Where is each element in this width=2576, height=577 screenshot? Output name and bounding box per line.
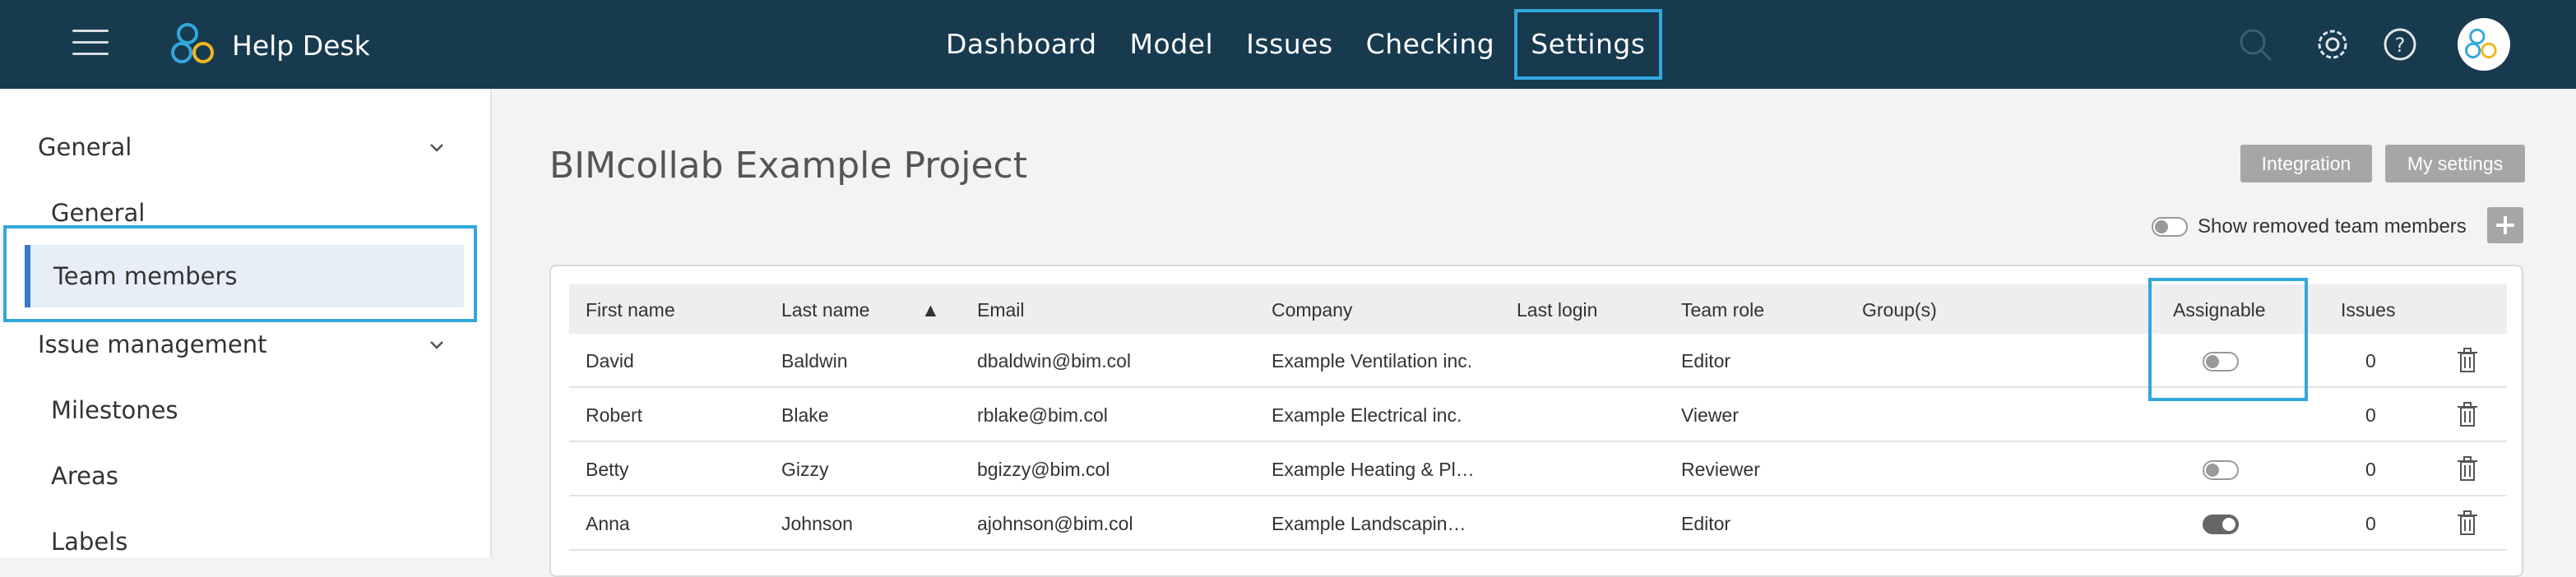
- table-row[interactable]: Betty Gizzy bgizzy@bim.col Example Heati…: [569, 442, 2507, 496]
- assignable-toggle[interactable]: [2203, 460, 2239, 480]
- team-members-table: First name Last name ▲ Email Company Las…: [549, 265, 2523, 577]
- assignable-toggle[interactable]: [2203, 515, 2239, 534]
- help-icon[interactable]: ?: [2375, 20, 2425, 69]
- cell-team-role: Reviewer: [1681, 459, 1760, 480]
- top-navbar: Help Desk Dashboard Model Issues Checkin…: [0, 0, 2576, 89]
- my-settings-button[interactable]: My settings: [2385, 145, 2525, 182]
- sidebar-item-label: Team members: [53, 262, 238, 290]
- col-company[interactable]: Company: [1272, 299, 1352, 321]
- settings-sidebar: General General Team members Issue manag…: [0, 89, 492, 557]
- col-assignable[interactable]: Assignable: [2173, 299, 2266, 321]
- sidebar-item-team-members[interactable]: Team members: [25, 245, 464, 307]
- svg-text:?: ?: [2395, 34, 2406, 57]
- cell-email: bgizzy@bim.col: [977, 459, 1110, 480]
- cell-last-name: Blake: [781, 404, 829, 426]
- cell-first-name: Anna: [586, 513, 630, 534]
- trash-icon[interactable]: [2456, 455, 2479, 482]
- cell-issues: 0: [2365, 459, 2376, 480]
- show-removed-toggle-row: Show removed team members: [2152, 215, 2467, 238]
- nav-settings[interactable]: Settings: [1514, 9, 1662, 80]
- table-header: First name Last name ▲ Email Company Las…: [569, 284, 2507, 334]
- nav-issues[interactable]: Issues: [1230, 9, 1350, 80]
- show-removed-toggle[interactable]: [2152, 217, 2188, 237]
- show-removed-label: Show removed team members: [2198, 215, 2467, 238]
- cell-company: Example Electrical inc.: [1272, 404, 1462, 426]
- cell-email: rblake@bim.col: [977, 404, 1108, 426]
- search-icon[interactable]: [2231, 20, 2280, 69]
- plus-icon: [2496, 216, 2514, 234]
- cell-issues: 0: [2365, 513, 2376, 534]
- cell-last-name: Gizzy: [781, 459, 829, 480]
- chevron-down-icon[interactable]: [428, 138, 446, 156]
- cell-company: Example Ventilation inc.: [1272, 350, 1473, 372]
- sidebar-item-areas[interactable]: Areas: [51, 462, 118, 490]
- add-team-member-button[interactable]: [2487, 207, 2523, 243]
- cell-company: Example Heating & Pl…: [1272, 459, 1475, 480]
- bimcollab-logo-icon: [171, 23, 214, 63]
- col-first-name[interactable]: First name: [586, 299, 675, 321]
- sort-ascending-icon[interactable]: ▲: [921, 299, 940, 321]
- sidebar-item-general[interactable]: General: [51, 199, 145, 227]
- hamburger-menu-icon[interactable]: [72, 30, 109, 58]
- cell-issues: 0: [2365, 350, 2376, 372]
- col-team-role[interactable]: Team role: [1681, 299, 1764, 321]
- cell-first-name: David: [586, 350, 634, 372]
- cell-email: dbaldwin@bim.col: [977, 350, 1131, 372]
- sidebar-section-general[interactable]: General: [38, 133, 132, 161]
- cell-email: ajohnson@bim.col: [977, 513, 1133, 534]
- trash-icon[interactable]: [2456, 510, 2479, 536]
- col-email[interactable]: Email: [977, 299, 1025, 321]
- cell-team-role: Editor: [1681, 513, 1731, 534]
- cell-first-name: Robert: [586, 404, 643, 426]
- sidebar-item-labels[interactable]: Labels: [51, 528, 127, 556]
- cell-issues: 0: [2365, 404, 2376, 426]
- integration-button[interactable]: Integration: [2240, 145, 2372, 182]
- col-last-login[interactable]: Last login: [1517, 299, 1597, 321]
- col-groups[interactable]: Group(s): [1862, 299, 1937, 321]
- table-row[interactable]: Anna Johnson ajohnson@bim.col Example La…: [569, 496, 2507, 551]
- brand-name: Help Desk: [232, 30, 370, 62]
- nav-checking[interactable]: Checking: [1350, 9, 1512, 80]
- chevron-down-icon[interactable]: [428, 335, 446, 353]
- cell-last-name: Johnson: [781, 513, 853, 534]
- sidebar-section-issue-management[interactable]: Issue management: [38, 330, 266, 358]
- assignable-toggle[interactable]: [2203, 352, 2239, 372]
- nav-model[interactable]: Model: [1114, 9, 1230, 80]
- trash-icon[interactable]: [2456, 347, 2479, 373]
- cell-last-name: Baldwin: [781, 350, 848, 372]
- main-nav: Dashboard Model Issues Checking Settings: [929, 0, 1662, 89]
- avatar-logo-icon: [2465, 28, 2497, 59]
- table-row[interactable]: Robert Blake rblake@bim.col Example Elec…: [569, 388, 2507, 442]
- avatar[interactable]: [2458, 18, 2510, 71]
- trash-icon[interactable]: [2456, 401, 2479, 427]
- page-title: BIMcollab Example Project: [549, 145, 1027, 187]
- cell-team-role: Editor: [1681, 350, 1731, 372]
- cell-first-name: Betty: [586, 459, 629, 480]
- nav-dashboard[interactable]: Dashboard: [929, 9, 1114, 80]
- sidebar-item-milestones[interactable]: Milestones: [51, 396, 178, 424]
- col-issues[interactable]: Issues: [2341, 299, 2395, 321]
- col-last-name[interactable]: Last name: [781, 299, 869, 321]
- cell-company: Example Landscapin…: [1272, 513, 1466, 534]
- gear-icon[interactable]: [2308, 20, 2357, 69]
- table-row[interactable]: David Baldwin dbaldwin@bim.col Example V…: [569, 334, 2507, 388]
- cell-team-role: Viewer: [1681, 404, 1739, 426]
